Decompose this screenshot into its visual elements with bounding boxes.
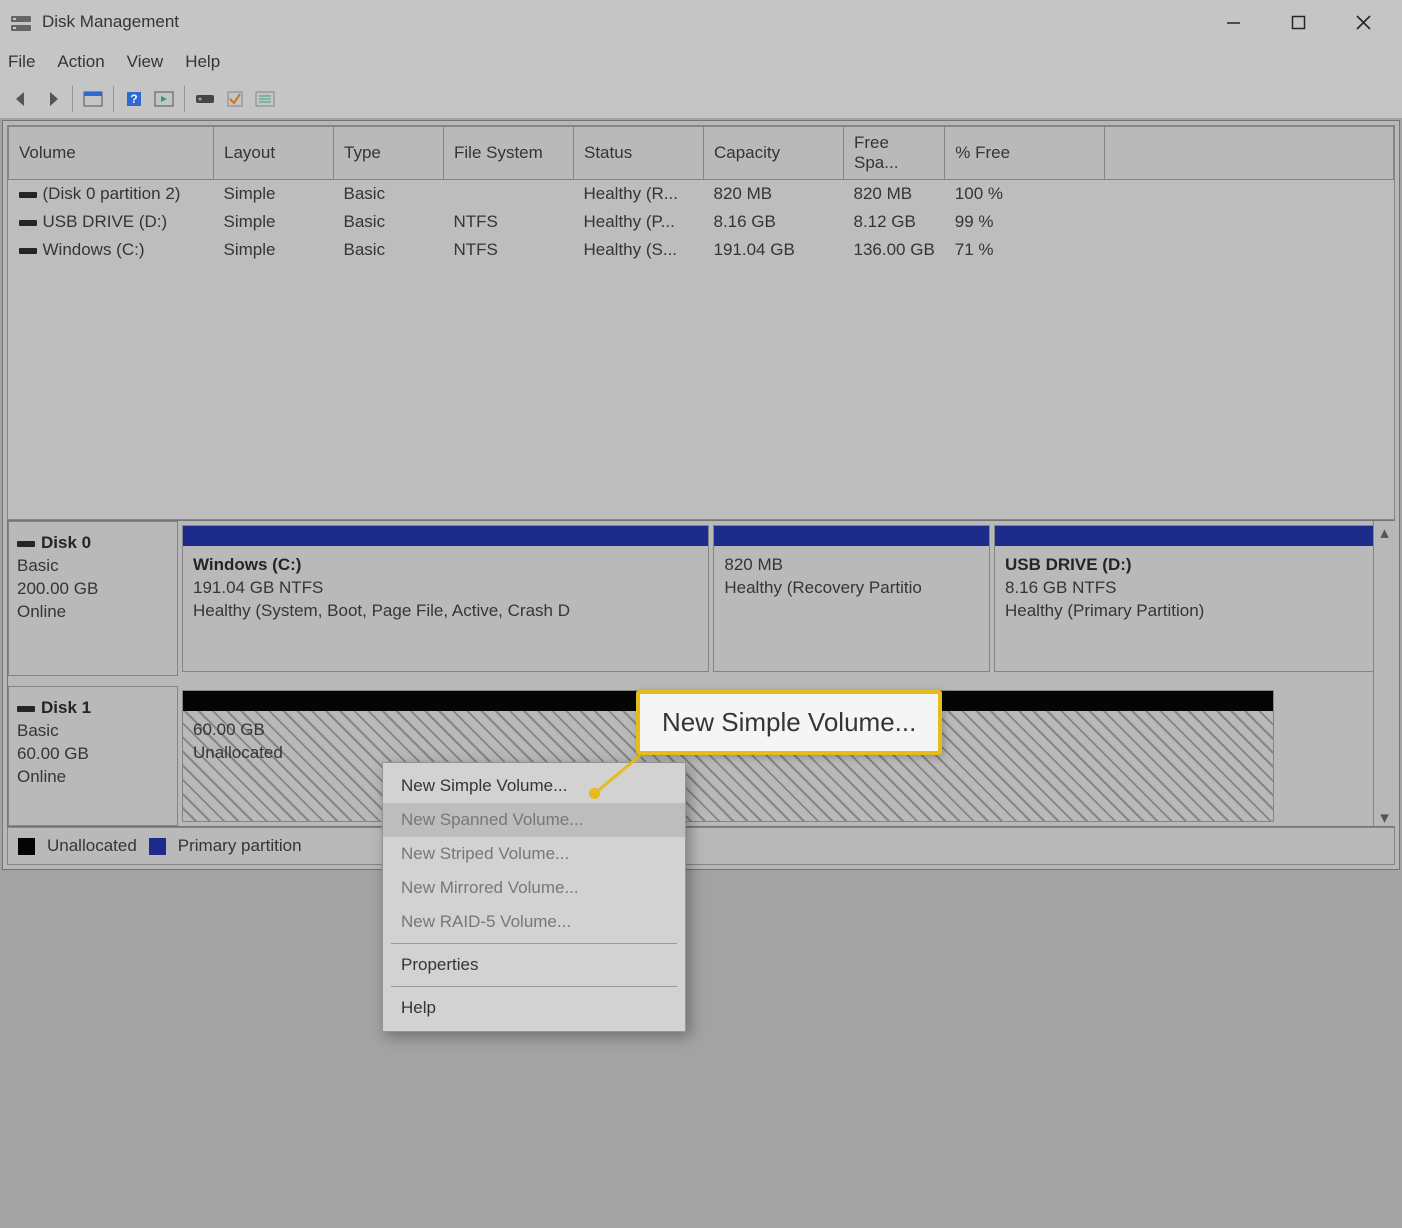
table-header[interactable]: VolumeLayoutTypeFile SystemStatusCapacit… [9,127,1394,180]
col-header-filler[interactable] [1105,127,1394,180]
svg-text:?: ? [130,92,137,106]
window-controls [1201,1,1396,44]
partition[interactable]: Windows (C:)191.04 GB NTFSHealthy (Syste… [182,525,709,672]
col-header[interactable]: Status [574,127,704,180]
col-header[interactable]: Layout [214,127,334,180]
callout-label: New Simple Volume... [636,690,942,755]
col-header[interactable]: Volume [9,127,214,180]
callout-dot [589,788,600,799]
callout: New Simple Volume... [636,690,942,755]
table-row[interactable]: USB DRIVE (D:)SimpleBasicNTFSHealthy (P.… [9,208,1394,236]
back-icon[interactable] [8,85,36,113]
legend-unallocated: Unallocated [47,836,137,856]
partition[interactable]: 820 MBHealthy (Recovery Partitio [713,525,990,672]
app-icon [10,12,32,33]
col-header[interactable]: Free Spa... [844,127,945,180]
legend: Unallocated Primary partition [7,827,1395,865]
col-header[interactable]: File System [444,127,574,180]
partition[interactable]: USB DRIVE (D:)8.16 GB NTFSHealthy (Prima… [994,525,1390,672]
disk-row-0: Disk 0 Basic 200.00 GB Online Windows (C… [8,521,1394,676]
close-button[interactable] [1331,1,1396,44]
show-hide-pane-icon[interactable] [79,85,107,113]
table-row[interactable]: (Disk 0 partition 2)SimpleBasicHealthy (… [9,180,1394,209]
menu-file[interactable]: File [8,52,35,72]
menu-item[interactable]: Properties [383,948,685,982]
menu-item[interactable]: New Simple Volume... [383,769,685,803]
menu-item: New RAID-5 Volume... [383,905,685,939]
check-icon[interactable] [221,85,249,113]
scrollbar[interactable]: ▴ ▾ [1373,521,1395,826]
window-title: Disk Management [42,12,1201,32]
help-icon[interactable]: ? [120,85,148,113]
col-header[interactable]: Type [334,127,444,180]
disk-graphical-view: Disk 0 Basic 200.00 GB Online Windows (C… [7,520,1395,827]
swatch-primary [149,838,166,855]
refresh-icon[interactable] [150,85,178,113]
workspace: VolumeLayoutTypeFile SystemStatusCapacit… [2,120,1400,870]
menu-bar: File Action View Help [0,44,1402,80]
menu-view[interactable]: View [127,52,164,72]
menu-item: New Striped Volume... [383,837,685,871]
menu-action[interactable]: Action [57,52,104,72]
list-icon[interactable] [251,85,279,113]
attach-vhd-icon[interactable] [191,85,219,113]
table-row[interactable]: Windows (C:)SimpleBasicNTFSHealthy (S...… [9,236,1394,264]
disk0-volumes: Windows (C:)191.04 GB NTFSHealthy (Syste… [178,521,1394,676]
menu-help[interactable]: Help [185,52,220,72]
context-menu[interactable]: New Simple Volume...New Spanned Volume..… [382,762,686,1032]
menu-item: New Mirrored Volume... [383,871,685,905]
menu-item: New Spanned Volume... [383,803,685,837]
menu-item[interactable]: Help [383,991,685,1025]
legend-primary: Primary partition [178,836,302,856]
disk0-label[interactable]: Disk 0 Basic 200.00 GB Online [8,521,178,676]
title-bar: Disk Management [0,0,1402,44]
col-header[interactable]: Capacity [704,127,844,180]
maximize-button[interactable] [1266,1,1331,44]
toolbar: ? [0,80,1402,118]
swatch-unallocated [18,838,35,855]
minimize-button[interactable] [1201,1,1266,44]
forward-icon[interactable] [38,85,66,113]
disk1-label[interactable]: Disk 1 Basic 60.00 GB Online [8,686,178,826]
volumes-table[interactable]: VolumeLayoutTypeFile SystemStatusCapacit… [7,125,1395,520]
col-header[interactable]: % Free [945,127,1105,180]
